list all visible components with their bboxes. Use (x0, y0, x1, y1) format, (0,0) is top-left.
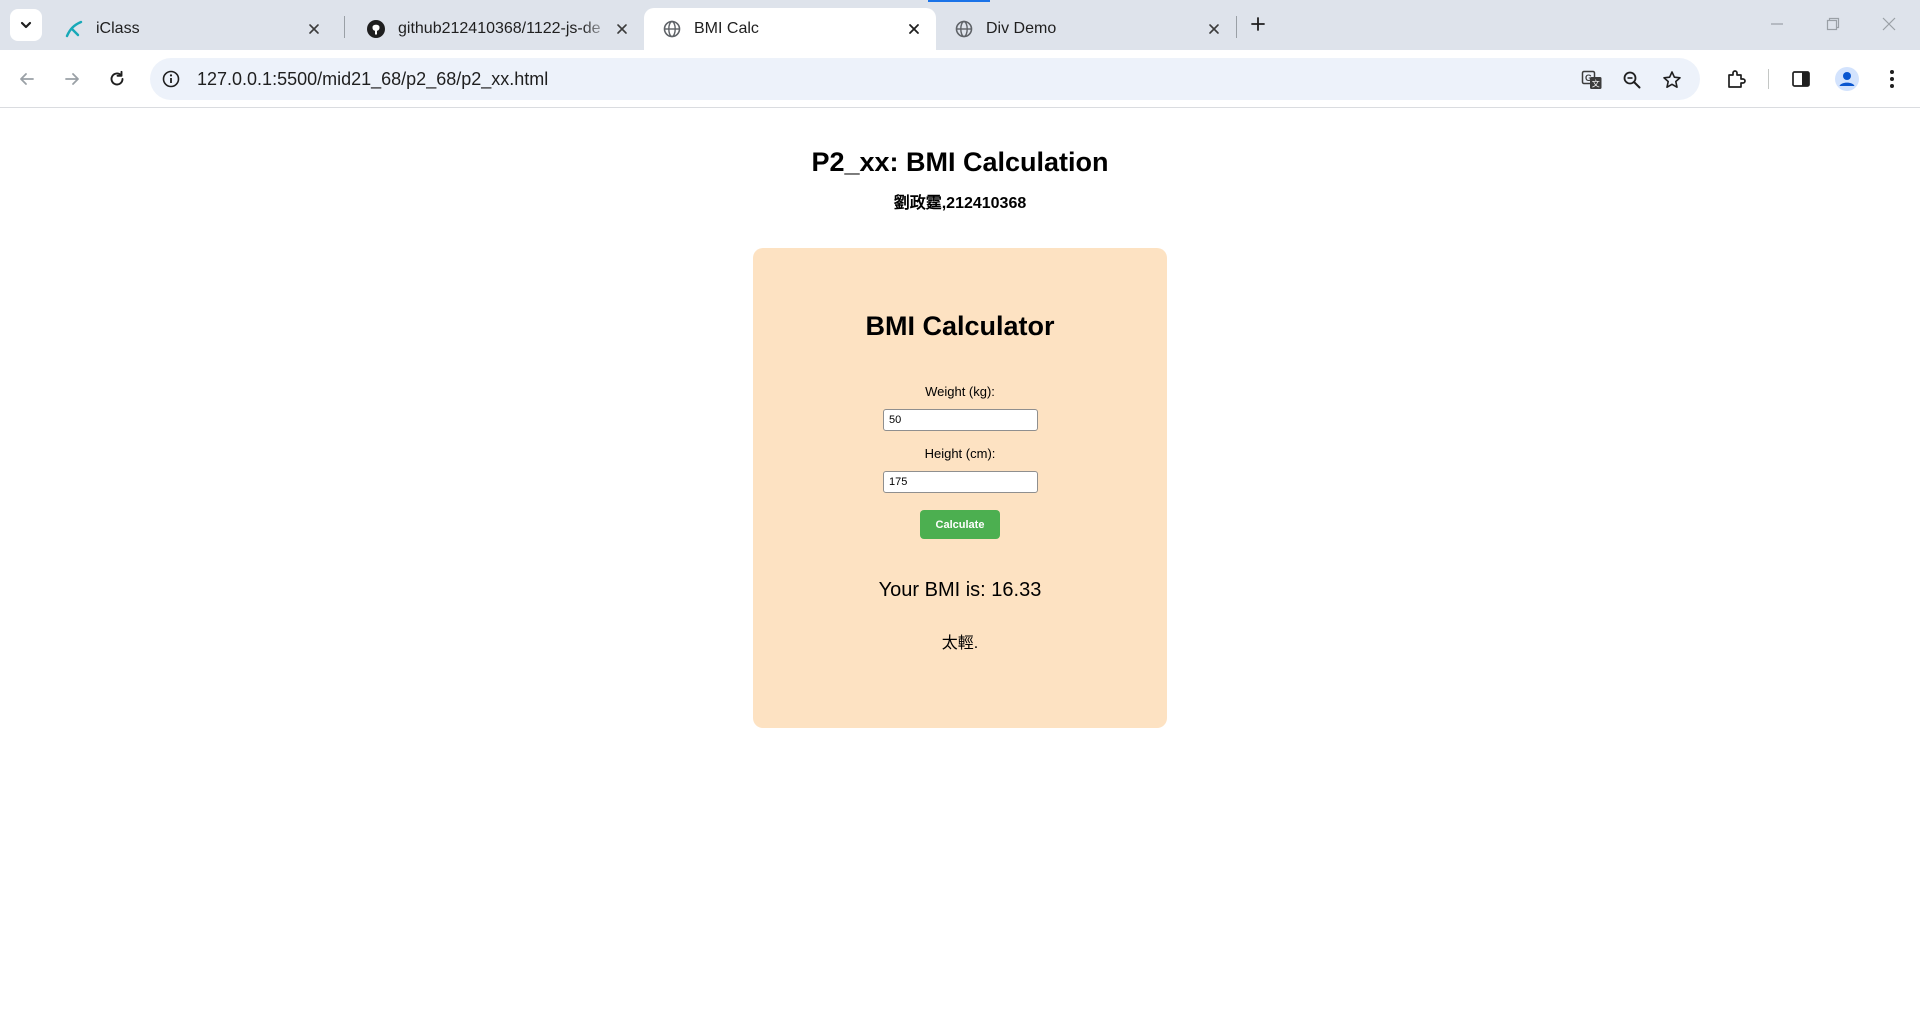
iclass-icon (64, 19, 84, 39)
tab-strip: iClass github212410368/1122-js-de BMI Ca… (0, 0, 1920, 50)
height-label: Height (cm): (924, 446, 996, 461)
new-tab-button[interactable] (1244, 10, 1272, 38)
tab-title-fade (582, 20, 612, 38)
extensions-icon[interactable] (1722, 65, 1750, 93)
tab-loading-indicator (928, 0, 990, 2)
tab-search-button[interactable] (10, 9, 42, 41)
page-subtitle: 劉政霆,212410368 (893, 195, 1027, 212)
bmi-verdict: 太輕. (941, 635, 979, 652)
tab-separator (1236, 16, 1237, 38)
zoom-icon[interactable] (1620, 68, 1644, 92)
tab-title: iClass (96, 20, 140, 37)
restore-icon (1826, 17, 1840, 31)
svg-text:文: 文 (1592, 79, 1600, 89)
tab-separator (344, 16, 345, 38)
browser-toolbar: 127.0.0.1:5500/mid21_68/p2_68/p2_xx.html… (0, 50, 1920, 108)
side-panel-icon[interactable] (1787, 65, 1815, 93)
reload-button[interactable] (100, 62, 134, 96)
close-icon[interactable] (612, 19, 632, 39)
weight-label: Weight (kg): (925, 384, 995, 399)
close-icon[interactable] (1204, 19, 1224, 39)
reload-icon (110, 70, 124, 86)
arrow-left-icon (20, 73, 34, 85)
page-title: P2_xx: BMI Calculation (811, 147, 1109, 177)
close-window-button[interactable] (1874, 10, 1904, 38)
bmi-calculator-card: BMI Calculator Weight (kg): Height (cm):… (753, 248, 1167, 728)
address-bar[interactable]: 127.0.0.1:5500/mid21_68/p2_68/p2_xx.html… (150, 58, 1700, 100)
minimize-icon (1771, 23, 1783, 25)
tab-title: github212410368/1122-js-de (398, 20, 612, 38)
height-input[interactable] (883, 471, 1038, 493)
profile-avatar-icon[interactable] (1833, 65, 1861, 93)
close-icon (1882, 17, 1896, 31)
site-info-icon[interactable] (160, 68, 182, 90)
tab-title: BMI Calc (694, 20, 759, 37)
arrow-right-icon (65, 73, 79, 85)
tab-title: Div Demo (986, 20, 1057, 37)
back-button[interactable] (10, 62, 44, 96)
menu-kebab-icon[interactable] (1878, 65, 1906, 93)
github-icon (366, 19, 386, 39)
restore-button[interactable] (1818, 10, 1848, 38)
tab-iclass[interactable]: iClass (46, 8, 336, 50)
url-text[interactable]: 127.0.0.1:5500/mid21_68/p2_68/p2_xx.html (197, 69, 548, 90)
tab-div-demo[interactable]: Div Demo (936, 8, 1236, 50)
close-icon[interactable] (304, 19, 324, 39)
close-icon[interactable] (904, 19, 924, 39)
minimize-button[interactable] (1762, 10, 1792, 38)
globe-icon (662, 19, 682, 39)
toolbar-separator (1768, 69, 1769, 89)
tab-bmi-calc[interactable]: BMI Calc (644, 8, 936, 50)
weight-input[interactable] (883, 409, 1038, 431)
tab-title-text: github212410368/1122-js-de (398, 20, 601, 37)
forward-button[interactable] (55, 62, 89, 96)
calculator-title: BMI Calculator (865, 311, 1055, 341)
plus-icon (1251, 17, 1265, 31)
tab-github[interactable]: github212410368/1122-js-de (348, 8, 644, 50)
bookmark-star-icon[interactable] (1660, 68, 1684, 92)
calculate-button[interactable]: Calculate (920, 510, 1000, 539)
bmi-result: Your BMI is: 16.33 (878, 579, 1042, 601)
chevron-down-icon (20, 21, 32, 29)
globe-icon (954, 19, 974, 39)
translate-icon[interactable]: G文 (1580, 68, 1604, 92)
